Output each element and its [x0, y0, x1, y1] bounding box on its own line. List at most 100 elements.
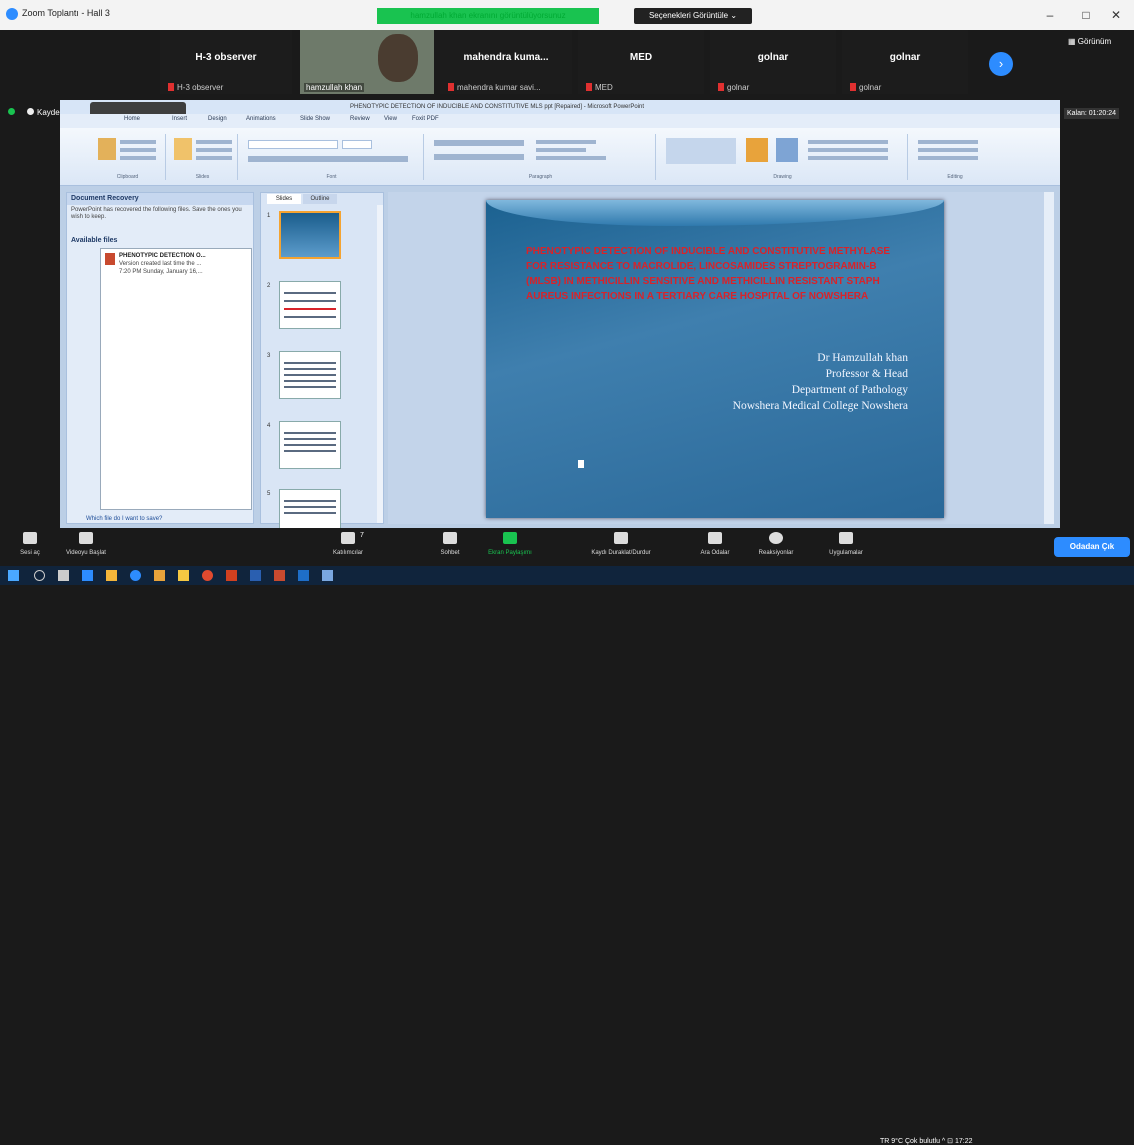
layout-icon[interactable]: [196, 140, 232, 144]
delete-icon[interactable]: [196, 156, 232, 160]
system-tray[interactable]: TR 9°C Çok bulutlu ^ ⊡ 17:22: [880, 1137, 973, 1145]
ribbon-group-paragraph: Paragraph: [426, 134, 656, 180]
app-icon[interactable]: [322, 570, 333, 581]
available-files-label: Available files: [71, 237, 118, 244]
muted-mic-icon: [586, 83, 592, 91]
outlook-icon[interactable]: [298, 570, 309, 581]
cut-icon[interactable]: [120, 140, 156, 144]
quick-styles-icon[interactable]: [776, 138, 798, 162]
acrobat-icon[interactable]: [226, 570, 237, 581]
participant-name: mahendra kuma...: [463, 52, 549, 63]
app-icon[interactable]: [202, 570, 213, 581]
paste-icon[interactable]: [98, 138, 116, 160]
secure-icon: [8, 108, 15, 115]
chrome-icon[interactable]: [154, 570, 165, 581]
share-screen-button[interactable]: Ekran Paylaşımı: [480, 530, 540, 556]
ribbon-tab[interactable]: Home: [124, 116, 140, 122]
powerpoint-file-icon: [105, 253, 115, 265]
next-participants-button[interactable]: ›: [989, 52, 1013, 76]
current-slide[interactable]: PHENOTYPIC DETECTION OF INDUCIBLE AND CO…: [486, 200, 944, 518]
word-icon[interactable]: [250, 570, 261, 581]
leave-room-button[interactable]: Odadan Çık: [1054, 537, 1130, 557]
slide-scrollbar[interactable]: [1044, 192, 1054, 524]
font-format-icons[interactable]: [248, 156, 408, 162]
search-icon[interactable]: [34, 570, 45, 581]
recovered-file-item[interactable]: PHENOTYPIC DETECTION O... Version create…: [100, 248, 252, 510]
font-name-select[interactable]: [248, 140, 338, 149]
participant-tile[interactable]: mahendra kuma... mahendra kumar savi...: [440, 30, 572, 94]
arrange-icon[interactable]: [746, 138, 768, 162]
participant-tile[interactable]: H-3 observer H-3 observer: [160, 30, 292, 94]
maximize-button[interactable]: □: [1074, 6, 1098, 24]
meeting-toolbar: Sesi aç Videoyu Başlat Katılımcılar 7 So…: [0, 528, 1134, 566]
powerpoint-title: PHENOTYPIC DETECTION OF INDUCIBLE AND CO…: [60, 100, 1060, 114]
ribbon-tab[interactable]: Design: [208, 116, 227, 122]
find-icon[interactable]: [918, 140, 978, 144]
slide-thumbnail[interactable]: [279, 351, 341, 399]
tab-slides[interactable]: Slides: [267, 194, 301, 204]
reset-icon[interactable]: [196, 148, 232, 152]
apps-button[interactable]: Uygulamalar: [816, 530, 876, 556]
font-size-select[interactable]: [342, 140, 372, 149]
file-explorer-icon[interactable]: [106, 570, 117, 581]
start-video-button[interactable]: Videoyu Başlat: [56, 530, 116, 556]
windows-start-icon[interactable]: [8, 570, 19, 581]
slide-thumbnail[interactable]: [279, 281, 341, 329]
author-name: Dr Hamzullah khan: [817, 352, 908, 364]
shape-outline-icon[interactable]: [808, 148, 888, 152]
ribbon-group-font: Font: [240, 134, 424, 180]
participant-video-tile[interactable]: hamzullah khan: [300, 30, 434, 94]
tab-outline[interactable]: Outline: [303, 194, 337, 204]
task-view-icon[interactable]: [58, 570, 69, 581]
zoom-taskbar-icon[interactable]: [130, 570, 141, 581]
slide-number: 4: [267, 423, 271, 429]
reactions-button[interactable]: Reaksiyonlar: [746, 530, 806, 556]
participant-tile[interactable]: golnar golnar: [710, 30, 836, 94]
align-text-icon[interactable]: [536, 148, 586, 152]
screen-share-banner: hamzullah khan ekranını görüntülüyorsunu…: [377, 8, 599, 24]
shape-effects-icon[interactable]: [808, 156, 888, 160]
shape-fill-icon[interactable]: [808, 140, 888, 144]
folder-icon[interactable]: [178, 570, 189, 581]
copy-icon[interactable]: [120, 148, 156, 152]
participants-button[interactable]: Katılımcılar: [318, 530, 378, 556]
close-button[interactable]: ✕: [1104, 6, 1128, 24]
text-direction-icon[interactable]: [536, 140, 596, 144]
shapes-gallery-icon[interactable]: [666, 138, 736, 164]
slide-thumbnail[interactable]: [279, 421, 341, 469]
edge-icon[interactable]: [82, 570, 93, 581]
pause-stop-recording-button[interactable]: Kaydı Duraklat/Durdur: [576, 530, 666, 556]
ribbon-group-editing: Editing: [910, 134, 1000, 180]
ribbon-tab[interactable]: View: [384, 116, 397, 122]
participant-tile[interactable]: MED MED: [578, 30, 704, 94]
select-icon[interactable]: [918, 156, 978, 160]
video-camera-icon: [79, 532, 93, 544]
view-options-button[interactable]: Seçenekleri Görüntüle ⌄: [634, 8, 752, 24]
slide-title: PHENOTYPIC DETECTION OF INDUCIBLE AND CO…: [526, 246, 891, 302]
gallery-view-button[interactable]: ▦ Görünüm: [1068, 37, 1111, 46]
format-painter-icon[interactable]: [120, 156, 156, 160]
thumbnails-scrollbar[interactable]: [377, 205, 383, 523]
new-slide-icon[interactable]: [174, 138, 192, 160]
ribbon-tab[interactable]: Slide Show: [300, 116, 330, 122]
participant-tile[interactable]: golnar golnar: [842, 30, 968, 94]
ribbon-tab[interactable]: Review: [350, 116, 370, 122]
align-icons[interactable]: [434, 154, 524, 160]
smartart-icon[interactable]: [536, 156, 606, 160]
unmute-button[interactable]: Sesi aç: [10, 530, 50, 556]
slide-thumbnail[interactable]: [279, 211, 341, 259]
minimize-button[interactable]: –: [1038, 6, 1062, 24]
breakout-rooms-button[interactable]: Ara Odalar: [690, 530, 740, 556]
ribbon-tab[interactable]: Animations: [246, 116, 276, 122]
list-icons[interactable]: [434, 140, 524, 146]
which-file-link[interactable]: Which file do I want to save?: [86, 516, 162, 522]
slide-thumbnails-pane: Slides Outline 1 2 3 4 5: [260, 192, 384, 537]
participant-name: MED: [629, 52, 653, 63]
ribbon-tab[interactable]: Insert: [172, 116, 187, 122]
chat-button[interactable]: Sohbet: [430, 530, 470, 556]
ribbon-tab[interactable]: Foxit PDF: [412, 116, 439, 122]
replace-icon[interactable]: [918, 148, 978, 152]
ribbon: Clipboard Slides Font Paragraph Drawing …: [60, 128, 1060, 186]
powerpoint-taskbar-icon[interactable]: [274, 570, 285, 581]
muted-mic-icon: [448, 83, 454, 91]
